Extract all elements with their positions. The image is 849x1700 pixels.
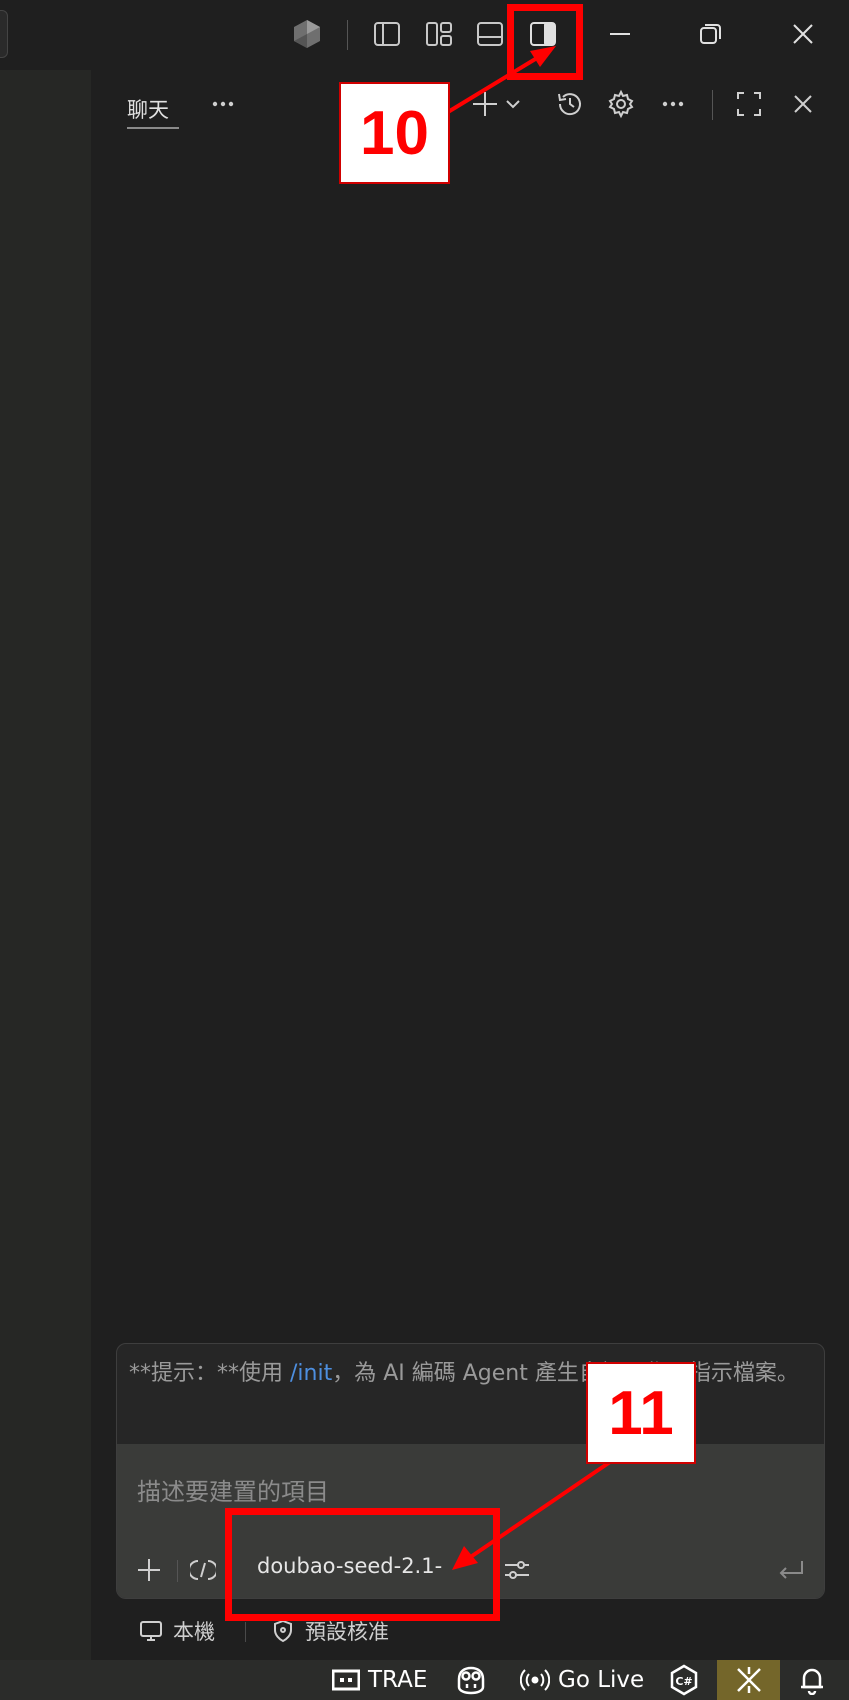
tune-icon[interactable]	[501, 1554, 533, 1586]
no-source-warning[interactable]	[717, 1660, 780, 1700]
trae-label: TRAE	[368, 1667, 428, 1693]
chat-header: 聊天	[91, 70, 849, 140]
trae-status-item[interactable]: TRAE	[332, 1660, 427, 1700]
restore-icon[interactable]	[692, 16, 728, 52]
broken-link-icon	[736, 1667, 761, 1693]
history-icon[interactable]	[552, 86, 588, 122]
layout-icon[interactable]	[289, 16, 325, 52]
chat-input[interactable]: 描述要建置的項目	[137, 1472, 329, 1507]
composer-separator	[177, 1560, 178, 1582]
hint-prefix: **提示：**使用	[129, 1361, 290, 1386]
monitor-icon	[140, 1621, 162, 1641]
init-hint: **提示：**使用 /init，為 AI 編碼 Agent 產生自訂工作區指示檔…	[129, 1356, 809, 1392]
copilot-icon[interactable]	[455, 1660, 487, 1700]
bell-icon[interactable]	[798, 1660, 826, 1700]
shield-icon	[274, 1619, 292, 1643]
titlebar-separator	[347, 20, 348, 50]
tab-underline	[127, 127, 179, 129]
send-icon[interactable]	[775, 1554, 807, 1586]
maximize-icon[interactable]	[731, 86, 767, 122]
close-icon[interactable]	[785, 16, 821, 52]
more-icon[interactable]	[205, 86, 241, 122]
title-bar	[0, 0, 849, 70]
header-separator	[712, 90, 713, 120]
add-icon[interactable]	[135, 1556, 163, 1584]
sidebar-left-icon[interactable]	[369, 16, 405, 52]
annotation-label-10: 10	[339, 82, 450, 184]
minimize-icon[interactable]	[602, 16, 638, 52]
tab-chat[interactable]: 聊天	[127, 94, 169, 124]
annotation-label-11: 11	[586, 1362, 696, 1464]
search-box-edge[interactable]	[0, 10, 8, 58]
close-panel-icon[interactable]	[785, 86, 821, 122]
highlight-box-11	[225, 1508, 500, 1621]
local-mode-label: 本機	[173, 1620, 215, 1644]
broadcast-icon	[520, 1669, 550, 1691]
trae-icon	[332, 1669, 360, 1691]
svg-text:C#: C#	[675, 1675, 692, 1688]
highlight-box-10	[507, 4, 583, 80]
go-live-label: Go Live	[558, 1667, 645, 1693]
status-bar: TRAE Go Live C#	[0, 1660, 849, 1700]
panel-bottom-icon[interactable]	[472, 16, 508, 52]
mode-separator	[245, 1622, 246, 1642]
settings-icon[interactable]	[603, 86, 639, 122]
new-chat-icon[interactable]	[473, 86, 525, 122]
customize-layout-icon[interactable]	[421, 16, 457, 52]
go-live-button[interactable]: Go Live	[520, 1660, 644, 1700]
editor-area	[0, 70, 91, 1660]
tools-icon[interactable]	[189, 1556, 217, 1584]
hint-suffix: ，為 AI 編碼 Agent 產生自訂工作區指示檔案。	[332, 1361, 799, 1386]
local-mode-button[interactable]: 本機	[139, 1616, 215, 1646]
more-options-icon[interactable]	[655, 86, 691, 122]
csharp-icon[interactable]: C#	[668, 1660, 700, 1700]
init-command-link[interactable]: /init	[290, 1361, 332, 1386]
